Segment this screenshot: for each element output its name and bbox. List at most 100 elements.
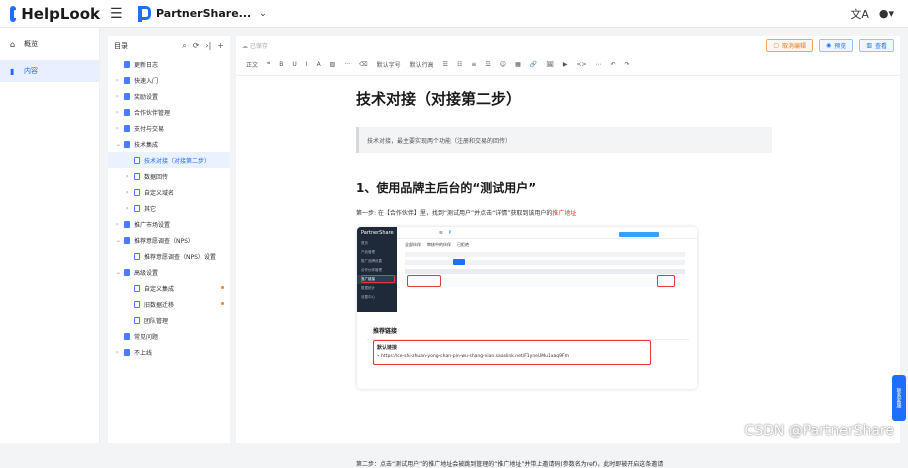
search-icon[interactable]: ⌕ xyxy=(182,41,186,51)
tree-item[interactable]: ›合作伙伴管理 xyxy=(108,104,230,120)
doc-heading[interactable]: 1、使用品牌主后台的“测试用户” xyxy=(356,179,772,196)
tree-item[interactable]: ›不上线 xyxy=(108,344,230,360)
toolbar-item[interactable]: ▨ xyxy=(330,61,336,68)
tree-item[interactable]: 团队管理 xyxy=(108,312,230,328)
tree-item-label: 推荐意愿调查（NPS）设置 xyxy=(144,252,216,261)
tree-item[interactable]: ›其它 xyxy=(108,200,230,216)
chevron-right-icon[interactable]: › xyxy=(116,349,124,356)
tree-item[interactable]: ›数据回传 xyxy=(108,168,230,184)
shot-highlight-box xyxy=(373,340,651,365)
toolbar-item[interactable]: A xyxy=(317,61,321,68)
tree-item[interactable]: ›支付与交易 xyxy=(108,120,230,136)
shot-panel-title: 推荐链接 xyxy=(367,320,689,340)
project-name[interactable]: PartnerShare... xyxy=(156,7,251,20)
nav-item-overview[interactable]: ⌂ 概览 xyxy=(0,33,99,55)
toolbar-item[interactable]: ⋯ xyxy=(596,61,602,68)
tree-item[interactable]: ⌄推荐意愿调查（NPS） xyxy=(108,232,230,248)
tree-item[interactable]: ⌄ 高级设置 xyxy=(108,264,230,280)
toolbar-item[interactable]: U xyxy=(292,61,296,68)
saved-status: ☁ 已保存 xyxy=(242,41,268,50)
tree-item[interactable]: ›快速入门 xyxy=(108,72,230,88)
shot-sidebar-item: 推广品牌设置 xyxy=(357,257,397,266)
chevron-down-icon[interactable]: ⌄ xyxy=(259,9,267,19)
document-icon xyxy=(134,189,140,196)
toolbar-item[interactable]: ≡ xyxy=(471,61,476,68)
toolbar-item[interactable]: ↷ xyxy=(625,61,630,68)
chevron-right-icon[interactable]: › xyxy=(116,125,124,132)
shot-top-button xyxy=(619,232,659,237)
doc-quote[interactable]: 技术对接，最主要实现两个功能（注册和交易的回传） xyxy=(356,127,772,153)
chevron-down-icon[interactable]: ⌄ xyxy=(116,237,124,244)
tree-item[interactable]: ›奖励设置 xyxy=(108,88,230,104)
toolbar-item[interactable]: ··· xyxy=(344,61,350,68)
shot-sidebar-item: 设置中心 xyxy=(357,293,397,302)
toolbar-item[interactable]: ☰ xyxy=(443,61,448,68)
toolbar-item[interactable]: 🖼 xyxy=(546,61,554,68)
chevron-down-icon[interactable]: ⌄ xyxy=(116,141,124,148)
menu-icon[interactable]: ☰ xyxy=(110,6,124,22)
document-icon xyxy=(124,125,130,132)
chevron-right-icon[interactable]: › xyxy=(126,189,134,196)
document-icon xyxy=(124,237,130,244)
tree-item[interactable]: 自定义集成 xyxy=(108,280,230,296)
tree-item-label: 高级设置 xyxy=(134,268,158,277)
left-nav: ⌂ 概览 ▮ 内容 xyxy=(0,28,100,443)
tree-item[interactable]: 推荐意愿调查（NPS）设置 xyxy=(108,248,230,264)
editor-header: ☁ 已保存 ▢ 取消编辑 ◉ 预览 ▥ 查看 xyxy=(236,36,900,54)
toolbar-item[interactable]: ☷ xyxy=(457,61,462,68)
chevron-right-icon[interactable]: › xyxy=(116,109,124,116)
chevron-down-icon[interactable]: ⌄ xyxy=(116,269,124,276)
sync-icon[interactable]: ⟳ xyxy=(193,41,200,51)
view-button[interactable]: ▥ 查看 xyxy=(859,39,894,52)
document-icon xyxy=(134,173,140,180)
tree-item[interactable]: 更新日志 xyxy=(108,56,230,72)
add-icon[interactable]: + xyxy=(217,41,224,51)
user-icon[interactable]: ●▾ xyxy=(879,7,894,20)
top-bar: HelpLook ☰ PartnerShare... ⌄ 文A ●▾ xyxy=(0,0,908,28)
shot-highlight-box xyxy=(407,275,441,287)
chevron-right-icon[interactable]: › xyxy=(126,205,134,212)
tree-item-label: 技术对接（对接第二步） xyxy=(144,156,210,165)
doc-paragraph-2[interactable]: 第二步：点击“测试用户”的推广地址会被跳到管理的“推广地址”并带上邀请码(参数名… xyxy=(356,459,663,468)
editor-toolbar: 正文 ❝ B U I A ▨ ··· ⌫ 默认字号默认行高 ☰ ☷ ≡ ☲ ☺ ▦ 🔗 🖼 ▶ <> ⋯ ↶ ↷ xyxy=(236,54,900,76)
doc-paragraph-1[interactable]: 第一步: 在【合作伙伴】里，找到“测试用户”并点击“详情”获取到该用户的推广地址 xyxy=(356,208,772,217)
shot-tab: 已拒绝 xyxy=(457,242,469,248)
tree-item-label: 更新日志 xyxy=(134,60,158,69)
tree-item[interactable]: 旧数据迁移 xyxy=(108,296,230,312)
contact-support-button[interactable]: 联系客服 xyxy=(892,375,906,421)
document-icon xyxy=(124,93,130,100)
chevron-right-icon[interactable]: › xyxy=(116,93,124,100)
book-icon: ▮ xyxy=(10,67,18,76)
nav-item-content[interactable]: ▮ 内容 xyxy=(0,60,99,82)
chevron-right-icon[interactable]: › xyxy=(126,173,134,180)
tree-item[interactable]: 技术对接（对接第二步） xyxy=(108,152,230,168)
toolbar-item[interactable]: 🔗 xyxy=(530,61,537,68)
toolbar-item[interactable]: 默认字号 xyxy=(377,60,401,69)
toolbar-item[interactable]: ▦ xyxy=(515,61,521,68)
collapse-icon[interactable]: ›| xyxy=(205,41,211,51)
toolbar-item[interactable]: 正文 xyxy=(246,60,258,69)
tree-item[interactable]: ›自定义域名 xyxy=(108,184,230,200)
tree-item[interactable]: ›推广市场设置 xyxy=(108,216,230,232)
toolbar-item[interactable]: B xyxy=(279,61,283,68)
brand[interactable]: HelpLook xyxy=(0,5,100,23)
toolbar-item[interactable]: ↶ xyxy=(611,61,616,68)
toolbar-item[interactable]: ☲ xyxy=(485,61,490,68)
toolbar-item[interactable]: 默认行高 xyxy=(410,60,434,69)
toolbar-item[interactable]: ▶ xyxy=(563,61,568,68)
toolbar-item[interactable]: <> xyxy=(576,61,586,68)
toolbar-item[interactable]: ❝ xyxy=(267,61,270,68)
chevron-right-icon[interactable]: › xyxy=(116,221,124,228)
toolbar-item[interactable]: I xyxy=(306,61,308,68)
doc-title[interactable]: 技术对接（对接第二步） xyxy=(356,88,772,109)
toolbar-item[interactable]: ☺ xyxy=(500,61,506,68)
chevron-right-icon[interactable]: › xyxy=(116,77,124,84)
shot-sidebar-item: 首页 xyxy=(357,239,397,248)
tree-item[interactable]: ⌄技术集成 xyxy=(108,136,230,152)
tree-item[interactable]: 常见问题 xyxy=(108,328,230,344)
toolbar-item[interactable]: ⌫ xyxy=(359,61,367,68)
embedded-screenshot[interactable]: PartnerShare 首页产品管理推广品牌设置合作伙伴管理推广链接数据统计设… xyxy=(357,227,697,389)
exit-edit-button[interactable]: ▢ 取消编辑 xyxy=(766,39,813,52)
preview-button[interactable]: ◉ 预览 xyxy=(819,39,853,52)
translate-icon[interactable]: 文A xyxy=(850,6,869,22)
